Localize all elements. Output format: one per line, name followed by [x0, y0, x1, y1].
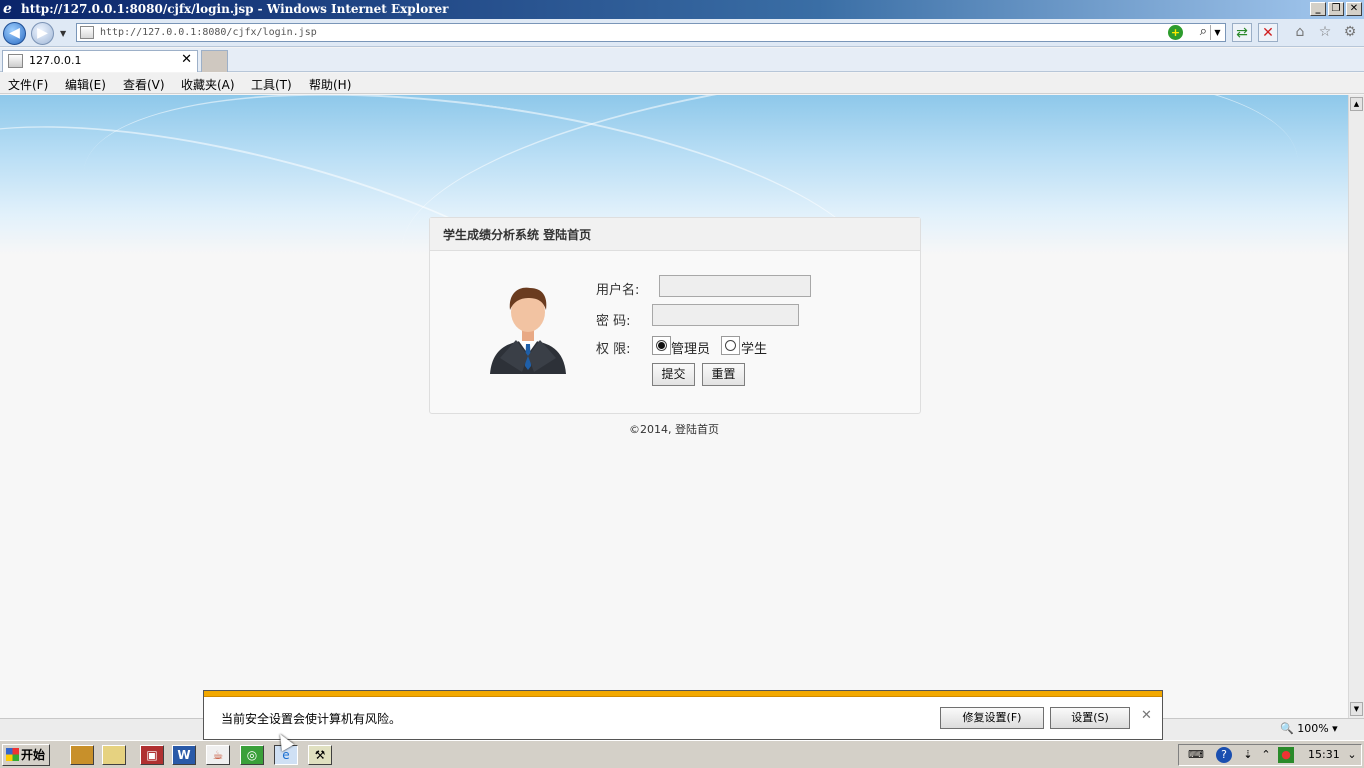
username-label: 用户名:	[596, 283, 640, 298]
search-icon[interactable]: ⌕	[1200, 24, 1207, 39]
home-icon[interactable]: ⌂	[1290, 23, 1310, 42]
settings-button[interactable]: 设置(S)	[1050, 707, 1130, 729]
network-icon[interactable]: ●	[1278, 747, 1294, 763]
window-titlebar: e http://127.0.0.1:8080/cjfx/login.jsp -…	[0, 0, 1364, 19]
help-icon[interactable]: ?	[1216, 747, 1232, 763]
tab-label: 127.0.0.1	[29, 54, 82, 67]
menu-bar: 文件(F) 编辑(E) 查看(V) 收藏夹(A) 工具(T) 帮助(H)	[0, 73, 1364, 94]
window-controls: _ ❐ ✕	[1310, 2, 1362, 16]
tab-close-icon[interactable]: ✕	[181, 52, 192, 67]
address-dropdown-icon[interactable]: ▼	[1210, 25, 1224, 40]
user-avatar-icon	[490, 287, 566, 374]
refresh-icon[interactable]: ⇄	[1232, 23, 1252, 42]
taskbar: 开始 ▣ W ☕ ◎ e ⚒ ⌨ ? ⇣ ⌃ ● 15:31 ⌄	[0, 740, 1364, 768]
submit-button[interactable]: 提交	[652, 363, 695, 386]
zoom-level: 100%	[1297, 722, 1329, 735]
word-icon[interactable]: W	[172, 745, 196, 765]
stop-icon[interactable]: ✕	[1258, 23, 1278, 42]
minimize-button[interactable]: _	[1310, 2, 1326, 16]
windows-logo-icon	[6, 748, 19, 761]
compatibility-icon[interactable]: +	[1168, 25, 1183, 40]
role-student-radio[interactable]	[721, 336, 740, 355]
tray-expand-icon[interactable]: ⌃	[1258, 747, 1274, 763]
role-admin-label: 管理员	[671, 342, 711, 357]
restore-button[interactable]: ❐	[1328, 2, 1344, 16]
login-title: 学生成绩分析系统 登陆首页	[443, 228, 592, 242]
close-window-button[interactable]: ✕	[1346, 2, 1362, 16]
login-panel-header: 学生成绩分析系统 登陆首页	[430, 218, 920, 251]
radio-ring	[725, 340, 736, 351]
forward-button[interactable]: ▶	[31, 22, 54, 45]
address-url[interactable]: http://127.0.0.1:8080/cjfx/login.jsp	[100, 25, 317, 41]
app-icon[interactable]: ▣	[140, 745, 164, 765]
menu-favorites[interactable]: 收藏夹(A)	[181, 76, 235, 93]
login-panel: 学生成绩分析系统 登陆首页 用户名: 密 码: 权 限: 管理员 学生 提交 重…	[429, 217, 921, 414]
role-admin-radio[interactable]	[652, 336, 671, 355]
new-tab-button[interactable]	[201, 50, 228, 72]
password-input[interactable]	[652, 304, 799, 326]
more-tray-icon[interactable]: ⌄	[1344, 747, 1360, 763]
zoom-icon: 🔍	[1280, 722, 1294, 735]
page-content: 学生成绩分析系统 登陆首页 用户名: 密 码: 权 限: 管理员 学生 提交 重…	[0, 95, 1348, 718]
zoom-dropdown-icon: ▾	[1332, 722, 1338, 735]
ie-logo-icon: e	[3, 1, 12, 17]
close-notification-icon[interactable]: ✕	[1141, 708, 1152, 723]
tools-app-icon[interactable]: ⚒	[308, 745, 332, 765]
start-label: 开始	[21, 748, 46, 762]
navigation-bar: ◀ ▶ ▼ http://127.0.0.1:8080/cjfx/login.j…	[0, 19, 1364, 47]
favorites-star-icon[interactable]: ☆	[1315, 23, 1335, 42]
java-icon[interactable]: ☕	[206, 745, 230, 765]
start-button[interactable]: 开始	[2, 744, 50, 766]
menu-tools[interactable]: 工具(T)	[251, 76, 292, 93]
back-button[interactable]: ◀	[3, 22, 26, 45]
folder-icon[interactable]	[102, 745, 126, 765]
input-method-icon[interactable]: ⇣	[1240, 747, 1256, 763]
fix-settings-button[interactable]: 修复设置(F)	[940, 707, 1044, 729]
radio-selected-dot	[658, 342, 665, 349]
role-label: 权 限:	[596, 342, 631, 357]
tab-active[interactable]: 127.0.0.1 ✕	[2, 50, 198, 72]
username-input[interactable]	[659, 275, 811, 297]
role-student-label: 学生	[741, 342, 768, 357]
book-app-icon[interactable]	[70, 745, 94, 765]
page-footer: ©2014, 登陆首页	[629, 423, 719, 436]
notification-message: 当前安全设置会使计算机有风险。	[221, 712, 402, 726]
refresh-app-icon[interactable]: ◎	[240, 745, 264, 765]
vertical-scrollbar[interactable]: ▲ ▼	[1348, 95, 1364, 718]
scroll-up-icon[interactable]: ▲	[1350, 97, 1363, 111]
menu-file[interactable]: 文件(F)	[8, 76, 48, 93]
clock: 15:31	[1308, 748, 1340, 761]
tab-bar: 127.0.0.1 ✕	[0, 48, 1364, 72]
security-notification: 当前安全设置会使计算机有风险。 修复设置(F) 设置(S) ✕	[203, 690, 1163, 740]
history-dropdown-icon[interactable]: ▼	[60, 29, 66, 38]
menu-view[interactable]: 查看(V)	[123, 76, 165, 93]
address-bar[interactable]: http://127.0.0.1:8080/cjfx/login.jsp + ⌕…	[76, 23, 1226, 42]
notification-accent-bar	[204, 691, 1162, 697]
window-title: http://127.0.0.1:8080/cjfx/login.jsp - W…	[21, 2, 449, 16]
menu-edit[interactable]: 编辑(E)	[65, 76, 106, 93]
scroll-down-icon[interactable]: ▼	[1350, 702, 1363, 716]
zoom-control[interactable]: 🔍 100% ▾	[1280, 722, 1350, 738]
page-icon	[80, 26, 94, 39]
gear-icon[interactable]: ⚙	[1340, 23, 1360, 42]
keyboard-icon[interactable]: ⌨	[1188, 747, 1204, 763]
tab-page-icon	[8, 54, 23, 68]
password-label: 密 码:	[596, 314, 631, 329]
menu-help[interactable]: 帮助(H)	[309, 76, 351, 93]
reset-button[interactable]: 重置	[702, 363, 745, 386]
